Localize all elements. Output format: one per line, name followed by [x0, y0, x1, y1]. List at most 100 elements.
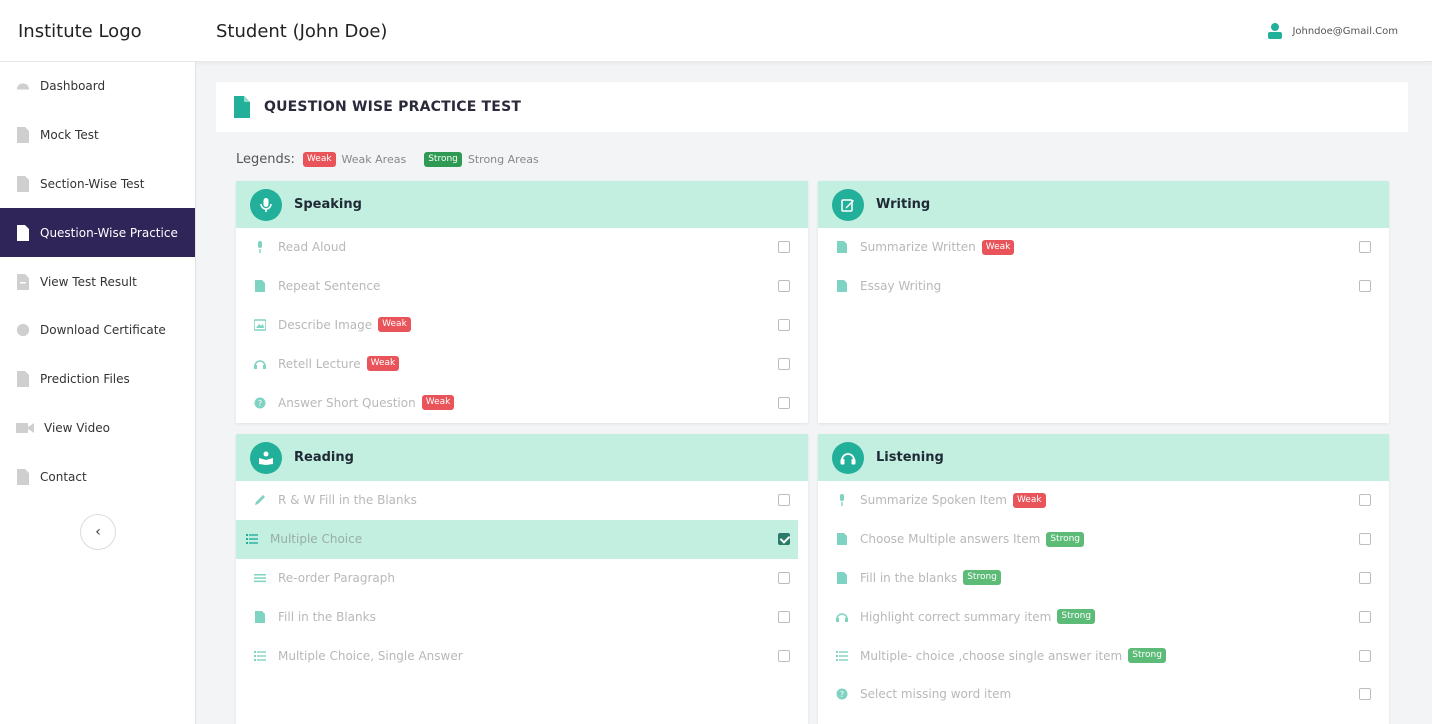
- list-item[interactable]: ? Select missing word item: [818, 675, 1389, 714]
- item-checkbox[interactable]: [1359, 571, 1371, 584]
- list-item[interactable]: R & W Fill in the Blanks: [236, 481, 808, 520]
- list-icon: [836, 650, 848, 661]
- item-checkbox[interactable]: [1359, 241, 1371, 254]
- item-label: Repeat Sentence: [278, 279, 381, 294]
- list-item[interactable]: Repeat Sentence: [236, 267, 808, 306]
- video-icon: [16, 422, 34, 433]
- sidebar-item-label: Prediction Files: [40, 372, 130, 387]
- page-title: QUESTION WISE PRACTICE TEST: [264, 99, 522, 115]
- item-checkbox[interactable]: [778, 280, 790, 293]
- item-checkbox[interactable]: [1359, 688, 1371, 701]
- question-icon: ?: [836, 688, 848, 700]
- list-item-selected[interactable]: Multiple Choice: [236, 519, 798, 559]
- item-label: Select missing word item: [860, 687, 1012, 702]
- user-account[interactable]: Johndoe@Gmail.Com: [1266, 22, 1398, 40]
- item-checkbox[interactable]: [1359, 533, 1371, 546]
- strong-badge: Strong: [1046, 531, 1084, 547]
- student-title: Student (John Doe): [216, 21, 388, 42]
- list-item[interactable]: Summarize Written Weak: [818, 228, 1389, 267]
- list-item[interactable]: ? Answer Short Question Weak: [236, 383, 808, 422]
- sidebar-item-dashboard[interactable]: Dashboard: [0, 62, 195, 111]
- list-item[interactable]: Fill in the Blanks: [236, 597, 808, 636]
- item-label: Multiple Choice: [270, 532, 363, 547]
- listening-title: Listening: [876, 450, 944, 465]
- sidebar-item-view-test-result[interactable]: View Test Result: [0, 257, 195, 306]
- collapse-sidebar-button[interactable]: ‹: [80, 514, 116, 550]
- sidebar-item-label: Download Certificate: [40, 323, 166, 338]
- strong-badge: Strong: [1057, 609, 1096, 625]
- speaking-header: Speaking: [236, 181, 808, 228]
- item-checkbox[interactable]: [1359, 494, 1371, 507]
- image-icon: [254, 319, 266, 331]
- item-checkbox[interactable]: [778, 494, 790, 507]
- microphone-icon: [840, 494, 844, 507]
- dashboard-icon: [16, 83, 30, 90]
- item-checkbox[interactable]: [778, 649, 790, 662]
- item-checkbox[interactable]: [778, 610, 790, 623]
- writing-title: Writing: [876, 197, 931, 212]
- page-title-bar: QUESTION WISE PRACTICE TEST: [216, 82, 1408, 132]
- sidebar-item-prediction-files[interactable]: Prediction Files: [0, 355, 195, 404]
- microphone-icon: [250, 188, 282, 221]
- certificate-icon: [16, 324, 30, 337]
- item-label: Highlight correct summary item: [860, 609, 1052, 624]
- list-item[interactable]: Summarize Spoken Item Weak: [818, 481, 1389, 520]
- sidebar-item-question-wise-practice[interactable]: Question-Wise Practice: [0, 208, 195, 258]
- sidebar-item-contact[interactable]: Contact: [0, 452, 195, 501]
- item-checkbox[interactable]: [778, 357, 790, 370]
- item-checkbox[interactable]: [778, 571, 790, 584]
- item-checkbox[interactable]: [778, 318, 790, 331]
- sidebar-item-view-video[interactable]: View Video: [0, 404, 195, 453]
- list-item[interactable]: Multiple Choice, Single Answer: [236, 636, 808, 675]
- list-item[interactable]: Multiple- choice ,choose single answer i…: [818, 636, 1389, 675]
- sidebar-item-label: View Test Result: [40, 274, 137, 289]
- headphones-icon: [832, 441, 864, 474]
- strong-badge: Strong: [963, 570, 1001, 586]
- item-checkbox[interactable]: [778, 396, 790, 409]
- list-item[interactable]: Essay Writing: [818, 267, 1389, 306]
- document-icon: [234, 96, 250, 118]
- contact-icon: [17, 468, 29, 485]
- item-checkbox-checked[interactable]: [778, 533, 790, 546]
- legends-title: Legends:: [236, 152, 295, 167]
- item-checkbox[interactable]: [1359, 280, 1371, 293]
- item-label: Retell Lecture: [278, 356, 361, 371]
- sidebar-item-label: Question-Wise Practice: [40, 225, 178, 240]
- institute-logo[interactable]: Institute Logo: [18, 21, 142, 42]
- user-icon: [1268, 23, 1283, 39]
- sidebar-item-label: Dashboard: [40, 79, 106, 94]
- document-icon: [255, 280, 265, 293]
- item-checkbox[interactable]: [778, 241, 790, 254]
- item-checkbox[interactable]: [1359, 649, 1371, 662]
- document-icon: [17, 175, 29, 192]
- weak-badge: Weak: [981, 239, 1015, 255]
- list-item[interactable]: Re-order Paragraph: [236, 559, 808, 598]
- item-label: Answer Short Question: [278, 395, 416, 410]
- item-label: Fill in the Blanks: [278, 609, 376, 624]
- item-label: Choose Multiple answers Item: [860, 532, 1041, 547]
- legends: Legends: Weak Weak Areas Strong Strong A…: [236, 152, 539, 167]
- result-icon: [17, 273, 29, 290]
- speaking-card: Speaking Read Aloud Repeat Sentence Desc…: [236, 181, 808, 423]
- list-item[interactable]: Describe Image Weak: [236, 306, 808, 345]
- sidebar-item-section-wise-test[interactable]: Section-Wise Test: [0, 160, 195, 209]
- sidebar-item-download-certificate[interactable]: Download Certificate: [0, 306, 195, 355]
- list-item[interactable]: Retell Lecture Weak: [236, 344, 808, 383]
- item-checkbox[interactable]: [1359, 610, 1371, 623]
- sidebar: Dashboard Mock Test Section-Wise Test Qu…: [0, 62, 196, 724]
- list-item[interactable]: Highlight correct summary item Strong: [818, 597, 1389, 636]
- item-label: R & W Fill in the Blanks: [278, 493, 417, 508]
- document-icon: [837, 280, 847, 293]
- headphones-icon: [254, 360, 266, 369]
- list-item[interactable]: Choose Multiple answers Item Strong: [818, 520, 1389, 559]
- sidebar-item-label: Mock Test: [40, 128, 99, 143]
- reading-title: Reading: [294, 450, 354, 465]
- microphone-icon: [258, 241, 262, 254]
- writing-card: Writing Summarize Written Weak Essay Wri…: [818, 181, 1389, 423]
- item-label: Fill in the blanks: [860, 570, 958, 585]
- sidebar-item-mock-test[interactable]: Mock Test: [0, 111, 195, 160]
- speaking-title: Speaking: [294, 197, 362, 212]
- list-item[interactable]: Read Aloud: [236, 228, 808, 267]
- list-item[interactable]: Fill in the blanks Strong: [818, 559, 1389, 598]
- pencil-icon: [255, 495, 265, 506]
